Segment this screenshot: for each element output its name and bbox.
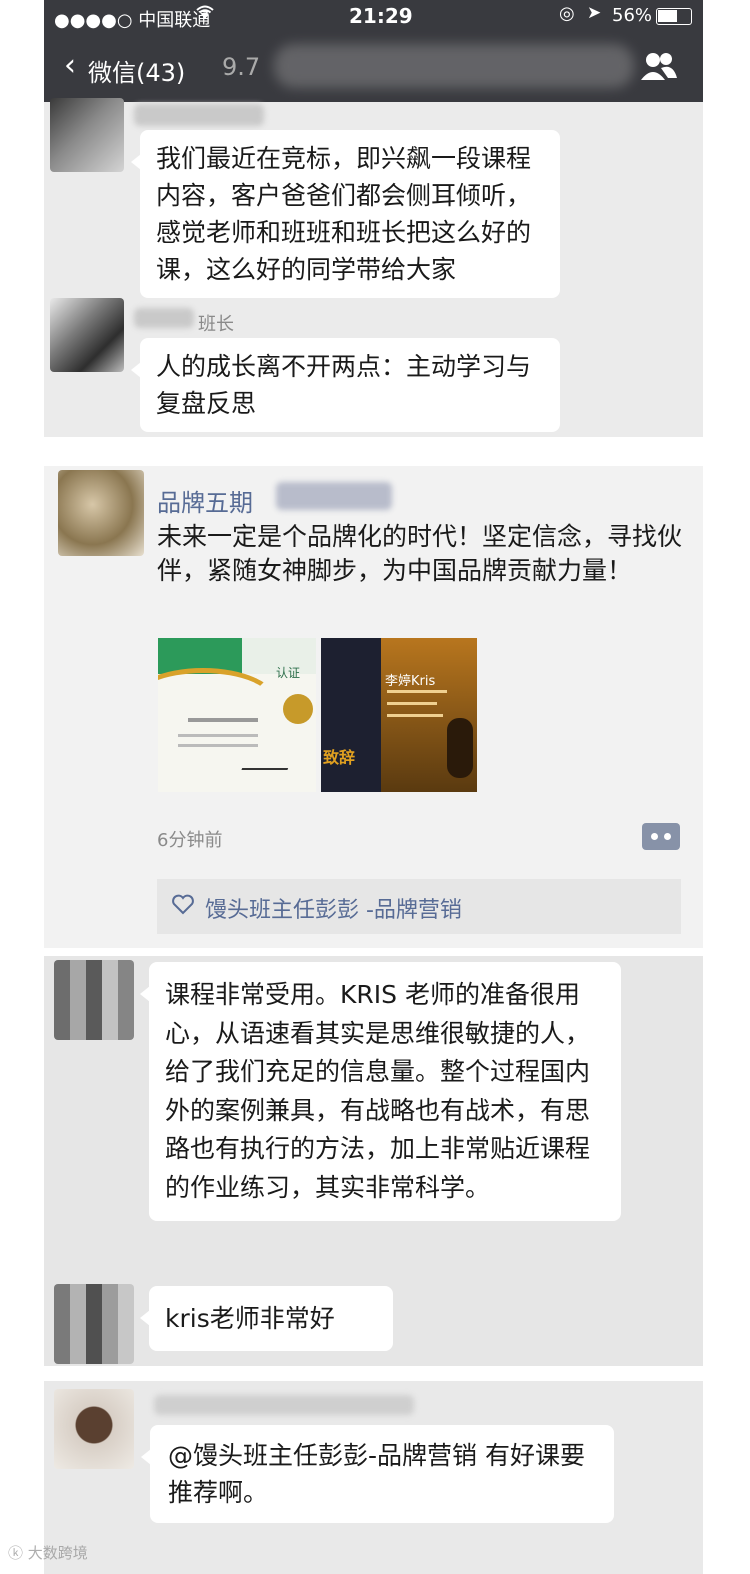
- message-bubble[interactable]: @馒头班主任彭彭-品牌营销 有好课要推荐啊。: [141, 1425, 614, 1523]
- watermark-text: 大数跨境: [27, 1544, 88, 1562]
- avatar[interactable]: [54, 1389, 134, 1469]
- location-icon: ➤: [587, 3, 602, 23]
- redacted-author: [276, 482, 392, 510]
- message-bubble[interactable]: 我们最近在竞标，即兴飙一段课程内容，客户爸爸们都会侧耳倾听，感觉老师和班班和班长…: [131, 130, 560, 298]
- avatar[interactable]: [54, 960, 134, 1040]
- sender-name: 班长: [198, 314, 234, 335]
- heart-icon: [171, 893, 195, 919]
- chat-screenshot-1: ●●●●○ 中国联通 21:29 ◎ ➤ 56% ‹ 微信(43) 9.7 我们…: [44, 0, 703, 437]
- post-time: 6分钟前: [157, 830, 223, 851]
- chat-screenshot-3: @馒头班主任彭彭-品牌营销 有好课要推荐啊。: [44, 1381, 703, 1574]
- speech-label: 致辞: [323, 748, 356, 767]
- post-image-certificate[interactable]: 认证: [158, 638, 316, 792]
- message-bubble[interactable]: 人的成长离不开两点：主动学习与复盘反思: [131, 338, 560, 432]
- certificate-caption: 认证: [276, 666, 301, 680]
- avatar[interactable]: [54, 1284, 134, 1364]
- battery-percent: 56%: [612, 5, 653, 26]
- lock-rotation-icon: ◎: [559, 3, 575, 24]
- group-members-icon[interactable]: [639, 50, 679, 86]
- battery-icon: [656, 8, 692, 25]
- nav-bar: ‹ 微信(43) 9.7: [44, 34, 703, 102]
- moments-screenshot: 品牌五期 未来一定是个品牌化的时代！坚定信念，寻找伙伴，紧随女神脚步，为中国品牌…: [44, 466, 703, 948]
- redacted-sender: [154, 1395, 414, 1415]
- avatar[interactable]: [50, 298, 124, 372]
- avatar[interactable]: [58, 470, 144, 556]
- status-bar: ●●●●○ 中国联通 21:29 ◎ ➤ 56%: [44, 0, 703, 34]
- post-text: 未来一定是个品牌化的时代！坚定信念，寻找伙伴，紧随女神脚步，为中国品牌贡献力量！: [157, 522, 683, 585]
- like-names[interactable]: 馒头班主任彭彭 -品牌营销: [205, 892, 462, 924]
- comment-action-icon[interactable]: [642, 823, 680, 850]
- avatar[interactable]: [50, 98, 124, 172]
- back-button[interactable]: 微信(43): [88, 53, 185, 88]
- redacted-sender: [134, 308, 194, 328]
- watermark: ⓚ 大数跨境: [8, 1542, 88, 1563]
- carrier: ●●●●○ 中国联通: [54, 10, 211, 31]
- back-chevron-icon[interactable]: ‹: [64, 48, 76, 83]
- clock: 21:29: [349, 4, 413, 28]
- post-author[interactable]: 品牌五期: [157, 483, 253, 518]
- message-bubble[interactable]: kris老师非常好: [140, 1286, 393, 1351]
- wifi-icon: [194, 2, 216, 26]
- redacted-sender: [134, 104, 264, 126]
- watermark-logo-icon: ⓚ: [8, 1544, 24, 1562]
- message-bubble[interactable]: 课程非常受用。KRIS 老师的准备很用心，从语速看其实是思维很敏捷的人，给了我们…: [140, 962, 621, 1221]
- chat-screenshot-2: 课程非常受用。KRIS 老师的准备很用心，从语速看其实是思维很敏捷的人，给了我们…: [44, 956, 703, 1366]
- chat-title: 9.7: [222, 53, 261, 81]
- post-image-speaker[interactable]: 李婷Kris 致辞: [321, 638, 477, 792]
- likes-bar: 馒头班主任彭彭 -品牌营销: [157, 879, 681, 934]
- speaker-name: 李婷Kris: [385, 674, 436, 689]
- redacted-title: [274, 44, 634, 88]
